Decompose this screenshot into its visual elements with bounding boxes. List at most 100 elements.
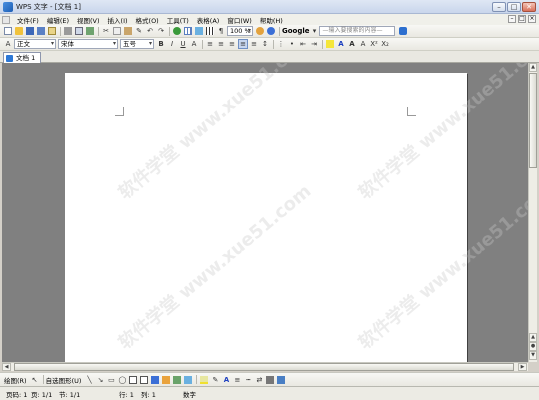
document-menu-icon[interactable] <box>2 15 10 24</box>
zoom-select[interactable]: 100 % <box>227 26 253 36</box>
menu-tools[interactable]: 工具(T) <box>163 15 193 25</box>
doc-minimize-button[interactable]: – <box>508 15 516 23</box>
menu-edit[interactable]: 编辑(E) <box>43 15 73 25</box>
menu-format[interactable]: 格式(O) <box>132 15 163 25</box>
align-right-icon[interactable]: ≡ <box>227 39 237 49</box>
styles-pane-icon[interactable]: A <box>3 39 13 49</box>
align-center-icon[interactable]: ≡ <box>216 39 226 49</box>
save-all-icon[interactable] <box>36 26 46 36</box>
minimize-button[interactable]: – <box>492 2 506 12</box>
style-select[interactable]: 正文 <box>14 39 56 49</box>
superscript-icon[interactable]: X² <box>369 39 379 49</box>
menu-table[interactable]: 表格(A) <box>193 15 224 25</box>
select-browse-object-icon[interactable]: ● <box>529 342 537 351</box>
search-engine-dropdown-icon[interactable]: ▾ <box>312 26 318 36</box>
oval-icon[interactable]: ◯ <box>117 375 127 385</box>
menu-insert[interactable]: 插入(I) <box>104 15 132 25</box>
scroll-right-icon[interactable]: ▶ <box>518 363 527 371</box>
picture-icon[interactable] <box>183 375 193 385</box>
font-select[interactable]: 宋体 <box>58 39 118 49</box>
bullets-icon[interactable]: • <box>287 39 297 49</box>
fill-color-icon[interactable] <box>199 375 209 385</box>
textbox-icon[interactable] <box>128 375 138 385</box>
columns-icon[interactable] <box>205 26 215 36</box>
shrink-font-icon[interactable]: A <box>358 39 368 49</box>
line-icon[interactable]: ╲ <box>84 375 94 385</box>
menu-window[interactable]: 窗口(W) <box>223 15 256 25</box>
menu-view[interactable]: 视图(V) <box>73 15 104 25</box>
3d-icon[interactable] <box>276 375 286 385</box>
arrow-icon[interactable]: ↘ <box>95 375 105 385</box>
drawing-toolbar-icon[interactable] <box>255 26 265 36</box>
grow-font-icon[interactable]: A <box>347 39 357 49</box>
new-document-icon[interactable] <box>3 26 13 36</box>
tab-document-1[interactable]: 文档 1 <box>3 52 41 63</box>
diagram-icon[interactable] <box>161 375 171 385</box>
wordart-icon[interactable] <box>150 375 160 385</box>
vertical-textbox-icon[interactable] <box>139 375 149 385</box>
select-objects-icon[interactable]: ↖ <box>30 375 40 385</box>
underline-button[interactable]: U <box>178 39 188 49</box>
dash-style-icon[interactable]: ┅ <box>243 375 253 385</box>
search-input[interactable]: —输入要搜索的内容— <box>318 26 395 36</box>
rectangle-icon[interactable]: ▭ <box>106 375 116 385</box>
numbering-icon[interactable]: ⋮ <box>276 39 286 49</box>
spellcheck-icon[interactable] <box>85 26 95 36</box>
previous-page-icon[interactable]: ▲ <box>529 333 537 342</box>
bold-button[interactable]: B <box>156 39 166 49</box>
show-hide-icon[interactable]: ¶ <box>216 26 226 36</box>
scroll-left-icon[interactable]: ◀ <box>2 363 11 371</box>
copy-icon[interactable] <box>112 26 122 36</box>
font-color-icon[interactable]: A <box>336 39 346 49</box>
decrease-indent-icon[interactable]: ⇤ <box>298 39 308 49</box>
menu-help[interactable]: 帮助(H) <box>256 15 287 25</box>
doc-restore-button[interactable]: □ <box>518 15 526 23</box>
document-page[interactable] <box>65 73 467 362</box>
highlight-icon[interactable] <box>325 39 335 49</box>
insert-picture-icon[interactable] <box>194 26 204 36</box>
clipart-icon[interactable] <box>172 375 182 385</box>
arrow-style-icon[interactable]: ⇄ <box>254 375 264 385</box>
italic-button[interactable]: I <box>167 39 177 49</box>
hyperlink-icon[interactable] <box>172 26 182 36</box>
line-spacing-icon[interactable]: ↕ <box>260 39 270 49</box>
distributed-icon[interactable]: ≡ <box>249 39 259 49</box>
draw-font-color-icon[interactable]: A <box>221 375 231 385</box>
cut-icon[interactable]: ✂ <box>101 26 111 36</box>
font-size-select[interactable]: 五号 <box>120 39 154 49</box>
vertical-scrollbar[interactable]: ▲ ▲ ● ▼ <box>528 63 537 362</box>
insert-table-icon[interactable] <box>183 26 193 36</box>
help-icon[interactable] <box>266 26 276 36</box>
line-color-icon[interactable]: ✎ <box>210 375 220 385</box>
redo-icon[interactable]: ↷ <box>156 26 166 36</box>
vertical-scroll-thumb[interactable] <box>529 73 537 168</box>
undo-icon[interactable]: ↶ <box>145 26 155 36</box>
draw-menu-button[interactable]: 绘图(R) <box>4 375 27 385</box>
format-painter-icon[interactable]: ✎ <box>134 26 144 36</box>
shadow-icon[interactable] <box>265 375 275 385</box>
paste-icon[interactable] <box>123 26 133 36</box>
increase-indent-icon[interactable]: ⇥ <box>309 39 319 49</box>
email-icon[interactable] <box>47 26 57 36</box>
autoshapes-menu-button[interactable]: 自选图形(U) <box>46 375 82 385</box>
justify-icon[interactable]: ≡ <box>238 39 248 49</box>
line-style-icon[interactable]: ≡ <box>232 375 242 385</box>
close-button[interactable]: ✕ <box>522 2 536 12</box>
next-page-icon[interactable]: ▼ <box>529 351 537 360</box>
align-left-icon[interactable]: ≡ <box>205 39 215 49</box>
scroll-up-icon[interactable]: ▲ <box>529 63 537 72</box>
search-options-icon[interactable] <box>398 26 408 36</box>
subscript-icon[interactable]: X₂ <box>380 39 390 49</box>
char-border-icon[interactable]: A <box>189 39 199 49</box>
menu-file[interactable]: 文件(F) <box>13 15 43 25</box>
doc-close-button[interactable]: × <box>528 15 536 23</box>
open-folder-icon[interactable] <box>14 26 24 36</box>
print-preview-icon[interactable] <box>74 26 84 36</box>
horizontal-scrollbar[interactable]: ◀ ▶ <box>2 362 528 371</box>
google-search-logo[interactable]: Google <box>282 27 310 35</box>
maximize-button[interactable]: □ <box>507 2 521 12</box>
formatting-toolbar: A 正文 宋体 五号 B I U A ≡ ≡ ≡ ≡ ≡ ↕ ⋮ • ⇤ ⇥ A… <box>0 38 539 51</box>
print-icon[interactable] <box>63 26 73 36</box>
save-icon[interactable] <box>25 26 35 36</box>
horizontal-scroll-thumb[interactable] <box>14 363 514 371</box>
